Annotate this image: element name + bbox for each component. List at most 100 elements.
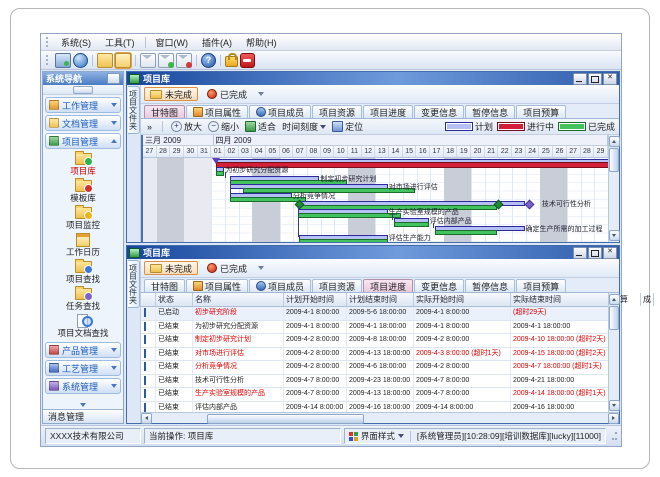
table-header-0[interactable] [141,293,156,306]
table-horizontal-scrollbar[interactable] [141,412,619,423]
minimize-button[interactable] [573,73,587,85]
sidebar-item-4[interactable]: 项目查找 [66,260,100,285]
resize-grip-icon[interactable] [609,432,617,440]
minimize-button[interactable] [573,247,587,259]
monitor-icon[interactable] [55,53,71,68]
table-header-8[interactable]: 成 [641,293,654,306]
gantt-tab-3[interactable]: 项目资源 [312,105,362,118]
sidebar-options-button[interactable] [107,73,120,84]
gantt-tab-4[interactable]: 项目进度 [363,105,413,118]
close-button[interactable] [603,247,617,259]
gantt-tab-1[interactable]: 项目属性 [186,105,248,118]
table-header-5[interactable]: 实际开始时间 [414,293,511,306]
table-header-1[interactable]: 状态 [156,293,193,306]
gantt-tab-5[interactable]: 变更信息 [414,105,464,118]
sidebar-group-4[interactable]: 工艺管理 [45,360,121,376]
gantt-bar-actual[interactable] [394,222,429,227]
table-header-4[interactable]: 计划结束时间 [347,293,414,306]
gantt-tool-2[interactable]: 适合 [245,120,276,133]
scroll-right-icon[interactable] [608,413,619,424]
mail-remove-icon[interactable] [176,53,192,68]
table-tab-3[interactable]: 项目资源 [312,279,362,292]
viewtabs-dropdown-icon[interactable] [258,92,264,96]
gantt-tab-6[interactable]: 暂停信息 [465,105,515,118]
table-tab-4[interactable]: 项目进度 [363,279,413,292]
gantt-tool-0[interactable]: 放大 [171,120,202,133]
gantt-tab-7[interactable]: 项目预算 [516,105,566,118]
sidebar-item-6[interactable]: 项目文档查找 [57,314,108,339]
table-tab-2[interactable]: 项目成员 [249,279,311,292]
scroll-thumb[interactable] [609,148,619,172]
globe-icon[interactable] [73,53,88,68]
table-viewtab-0[interactable]: 未完成 [144,261,198,275]
gantt-viewtab-1[interactable]: 已完成 [201,87,253,101]
mail-open-icon[interactable] [158,53,174,68]
gantt-bar-actual[interactable] [298,213,401,218]
gantt-bar-actual[interactable] [435,230,497,235]
menu-item-3[interactable]: 插件(A) [195,35,239,50]
scroll-left-icon[interactable] [141,413,152,424]
gantt-bar-actual[interactable] [299,239,388,242]
gantt-viewtab-0[interactable]: 未完成 [144,87,198,101]
sidebar-item-2[interactable]: 项目监控 [66,206,100,231]
help-icon[interactable] [201,53,216,68]
scroll-up-icon[interactable] [609,136,620,147]
table-row[interactable]: 已结束技术可行性分析2009-4-7 8:00:002009-4-23 18:0… [141,375,608,389]
sidebar-group-5[interactable]: 系统管理 [45,378,121,394]
sidebar-item-1[interactable]: 模板库 [70,179,96,204]
maximize-button[interactable] [588,247,602,259]
gantt-tab-2[interactable]: 项目成员 [249,105,311,118]
viewtabs-dropdown-icon[interactable] [258,266,264,270]
table-row[interactable]: 已结束生产实验室规模的产品2009-4-7 8:00:002009-4-13 1… [141,388,608,402]
sidebar-group-3[interactable]: 产品管理 [45,342,121,358]
toolbar-overflow-button[interactable]: » [145,122,154,132]
table-header-3[interactable]: 计划开始时间 [284,293,347,306]
table-row[interactable]: 已结束评估内部产品2009-4-14 8:00:002009-4-16 18:0… [141,402,608,413]
table-row[interactable]: 已结束分析竞争情况2009-4-2 8:00:002009-4-6 18:00:… [141,361,608,375]
sidebar-scroll-down-button[interactable] [43,400,123,409]
folder-open-icon[interactable] [115,53,131,68]
table-tab-1[interactable]: 项目属性 [186,279,248,292]
menu-item-1[interactable]: 工具(T) [98,35,142,50]
sidebar-item-0[interactable]: 项目库 [70,152,96,177]
gantt-vertical-scrollbar[interactable] [608,135,619,242]
project-folder-side-tab[interactable]: 项目文件夹 [128,86,140,134]
sidebar-group-2[interactable]: 项目管理 [45,133,121,149]
sidebar-item-3[interactable]: 工作日历 [66,233,100,258]
table-tab-6[interactable]: 暂停信息 [465,279,515,292]
table-header-2[interactable]: 名称 [193,293,284,306]
folder-closed-icon[interactable] [97,53,113,68]
table-row[interactable]: 已结束制定初步研究计划2009-4-2 8:00:002009-4-8 18:0… [141,334,608,348]
table-row[interactable]: 已结束对市场进行评估2009-4-2 8:00:002009-4-13 18:0… [141,348,608,362]
lock-icon[interactable] [225,56,238,67]
close-button[interactable] [603,73,617,85]
scroll-down-icon[interactable] [609,400,620,411]
menu-item-2[interactable]: 窗口(W) [149,35,196,50]
scroll-thumb[interactable] [609,306,619,330]
scroll-up-icon[interactable] [609,294,620,305]
table-row[interactable]: 已启动初步研究阶段2009-4-1 8:00:002009-5-6 18:00:… [141,307,608,321]
scroll-thumb[interactable] [207,414,364,424]
maximize-button[interactable] [588,73,602,85]
menu-item-0[interactable]: 系统(S) [54,35,98,50]
table-viewtab-1[interactable]: 已完成 [201,261,253,275]
mail-icon[interactable] [140,53,156,68]
gantt-tab-0[interactable]: 甘特图 [144,105,185,118]
project-folder-side-tab[interactable]: 项目文件夹 [128,260,140,308]
sidebar-collapse-button[interactable] [73,86,93,94]
gantt-bar-actual[interactable] [216,171,224,176]
sidebar-group-1[interactable]: 文档管理 [45,115,121,131]
scroll-down-icon[interactable] [609,230,620,241]
table-tab-7[interactable]: 项目预算 [516,279,566,292]
table-vertical-scrollbar[interactable] [608,293,619,412]
gantt-tool-3[interactable]: 时间刻度 [282,120,326,133]
sidebar-tab-message-management[interactable]: 消息管理 [43,409,123,423]
stop-icon[interactable] [240,53,255,68]
gantt-tool-4[interactable]: 定位 [332,120,363,133]
status-style-selector[interactable]: 界面样式 [系统管理员][10:28:09][培训数据库][lucky][110… [344,428,606,444]
table-tab-0[interactable]: 甘特图 [144,279,185,292]
table-header-6[interactable]: 实际结束时间 [511,293,610,306]
gantt-tool-1[interactable]: 缩小 [208,120,239,133]
table-tab-5[interactable]: 变更信息 [414,279,464,292]
table-row[interactable]: 已结束为初步研究分配资源2009-4-1 8:00:002009-4-1 18:… [141,321,608,335]
